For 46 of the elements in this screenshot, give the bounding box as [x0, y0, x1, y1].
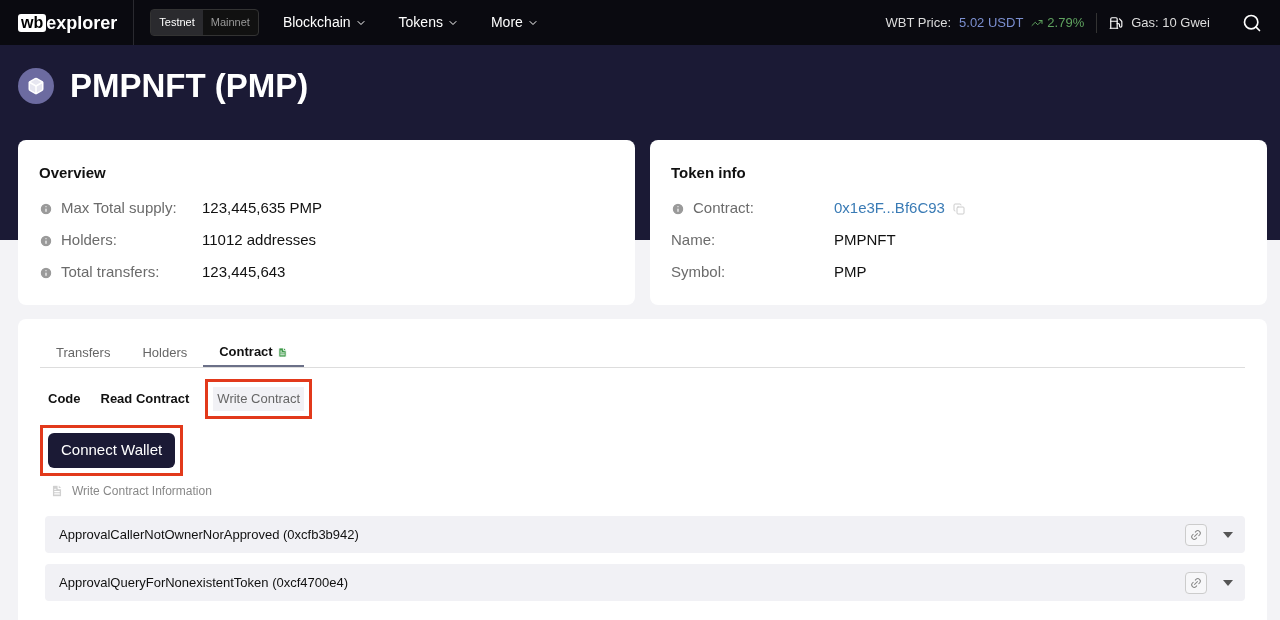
fuel-pump-icon — [1109, 15, 1124, 30]
nav-menu[interactable]: More — [490, 12, 539, 33]
field-label: Holders: — [61, 230, 117, 251]
document-icon — [50, 484, 64, 498]
method-name: ApprovalQueryForNonexistentToken (0xcf4700e4) — [59, 573, 349, 592]
price-change: 2.79% — [1047, 13, 1085, 32]
subtab[interactable]: Code — [44, 387, 85, 411]
document-icon — [276, 346, 288, 358]
subtab[interactable]: Read Contract — [96, 387, 194, 411]
network-tab[interactable]: Mainnet — [202, 10, 258, 35]
subtab[interactable]: Write Contract — [213, 387, 305, 411]
method-name: ApprovalCallerNotOwnerNorApproved (0xcfb3b942) — [59, 525, 359, 544]
price-value: 5.02 USDT — [959, 13, 1024, 32]
info-note: Write Contract Information — [72, 483, 212, 500]
card-title: Overview — [39, 163, 107, 183]
nav-menu[interactable]: Blockchain — [282, 12, 367, 33]
tab[interactable]: Contract — [203, 339, 304, 367]
copy-icon[interactable] — [952, 202, 965, 215]
link-button[interactable] — [1185, 523, 1207, 546]
price-label: WBT Price: — [885, 13, 952, 32]
field-label: Max Total supply: — [61, 198, 177, 219]
field-value: PMP — [834, 262, 867, 283]
nav-menu[interactable]: Tokens — [398, 12, 459, 33]
field-label: Total transfers: — [61, 262, 160, 283]
token-avatar — [18, 67, 54, 104]
tab[interactable]: Holders — [126, 339, 204, 367]
gas-price: Gas: 10 Gwei — [1131, 13, 1210, 32]
field-label: Symbol: — [671, 262, 726, 283]
card-title: Token info — [671, 163, 747, 183]
method-row[interactable]: ApprovalQueryForNonexistentToken (0xcf4700e4) — [45, 564, 1245, 601]
field-value: 11012 addresses — [202, 230, 316, 251]
method-row[interactable]: ApprovalCallerNotOwnerNorApproved (0xcfb3b942) — [45, 516, 1245, 553]
caret-icon — [1223, 579, 1233, 586]
field-value: PMPNFT — [834, 230, 896, 251]
field-value: 123,445,635 PMP — [202, 198, 323, 219]
caret-icon — [1223, 531, 1233, 538]
search-icon[interactable] — [1242, 12, 1262, 33]
network-tab[interactable]: Testnet — [151, 10, 203, 35]
tab[interactable]: Transfers — [40, 339, 127, 367]
connect-wallet-button[interactable]: Connect Wallet — [48, 432, 176, 468]
contract-link[interactable]: 0x1e3F...Bf6C93 — [834, 197, 945, 220]
field-label: Contract: — [693, 198, 754, 219]
token-title: PMPNFT (PMP) — [70, 66, 309, 106]
field-label: Name: — [671, 230, 716, 251]
field-value: 123,445,643 — [202, 262, 286, 283]
link-button[interactable] — [1185, 571, 1207, 594]
